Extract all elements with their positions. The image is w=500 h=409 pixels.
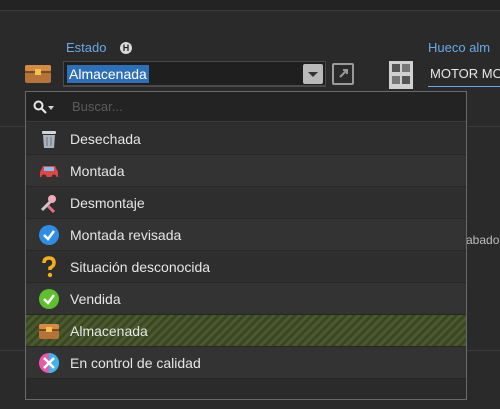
- option-montada-revisada[interactable]: Montada revisada: [26, 219, 466, 251]
- search-row: [26, 92, 466, 122]
- background-text: abado: [466, 233, 500, 247]
- option-vendida[interactable]: Vendida: [26, 283, 466, 315]
- dropdown-toggle-button[interactable]: [303, 64, 323, 84]
- hueco-value[interactable]: MOTOR MO: [430, 66, 500, 81]
- car-icon: [40, 165, 58, 179]
- options-list: Desechada Montada Desmontaje Montada rev…: [26, 123, 466, 379]
- estado-label: Estado: [66, 40, 107, 55]
- trash-icon: [42, 130, 56, 148]
- quality-icon: [39, 352, 59, 373]
- search-icon[interactable]: [33, 100, 47, 114]
- estado-dropdown-list: Desechada Montada Desmontaje: [25, 91, 467, 400]
- question-icon: [42, 255, 56, 277]
- option-label: Almacenada: [70, 322, 148, 339]
- check-green-icon: [39, 288, 59, 309]
- option-situacion-desconocida[interactable]: Situación desconocida: [26, 251, 466, 283]
- option-label: Situación desconocida: [70, 258, 211, 275]
- option-almacenada[interactable]: Almacenada: [26, 315, 466, 347]
- estado-selected-value: Almacenada: [67, 65, 149, 83]
- open-external-button[interactable]: [332, 63, 354, 85]
- top-bar: [0, 0, 500, 11]
- option-en-control-de-calidad[interactable]: En control de calidad: [26, 347, 466, 379]
- shelf-icon: [389, 61, 413, 89]
- option-montada[interactable]: Montada: [26, 155, 466, 187]
- option-label: En control de calidad: [70, 354, 201, 371]
- disassembly-icon: [40, 194, 56, 213]
- history-badge[interactable]: H: [120, 42, 132, 54]
- hueco-underline: [428, 86, 500, 87]
- search-options-caret[interactable]: [48, 106, 54, 110]
- option-desmontaje[interactable]: Desmontaje: [26, 187, 466, 219]
- option-label: Montada revisada: [70, 226, 182, 243]
- option-label: Desmontaje: [70, 194, 145, 211]
- external-link-icon: [339, 69, 348, 78]
- check-blue-icon: [39, 224, 59, 245]
- option-label: Montada: [70, 162, 125, 179]
- estado-select[interactable]: Almacenada: [63, 61, 326, 86]
- option-label: Vendida: [70, 290, 121, 307]
- search-input[interactable]: [72, 97, 452, 115]
- option-desechada[interactable]: Desechada: [26, 123, 466, 155]
- estado-underline: [63, 86, 326, 87]
- option-label: Desechada: [70, 130, 141, 147]
- hueco-label: Hueco alm: [428, 40, 491, 55]
- chest-icon: [25, 65, 51, 83]
- chest-icon: [39, 323, 59, 339]
